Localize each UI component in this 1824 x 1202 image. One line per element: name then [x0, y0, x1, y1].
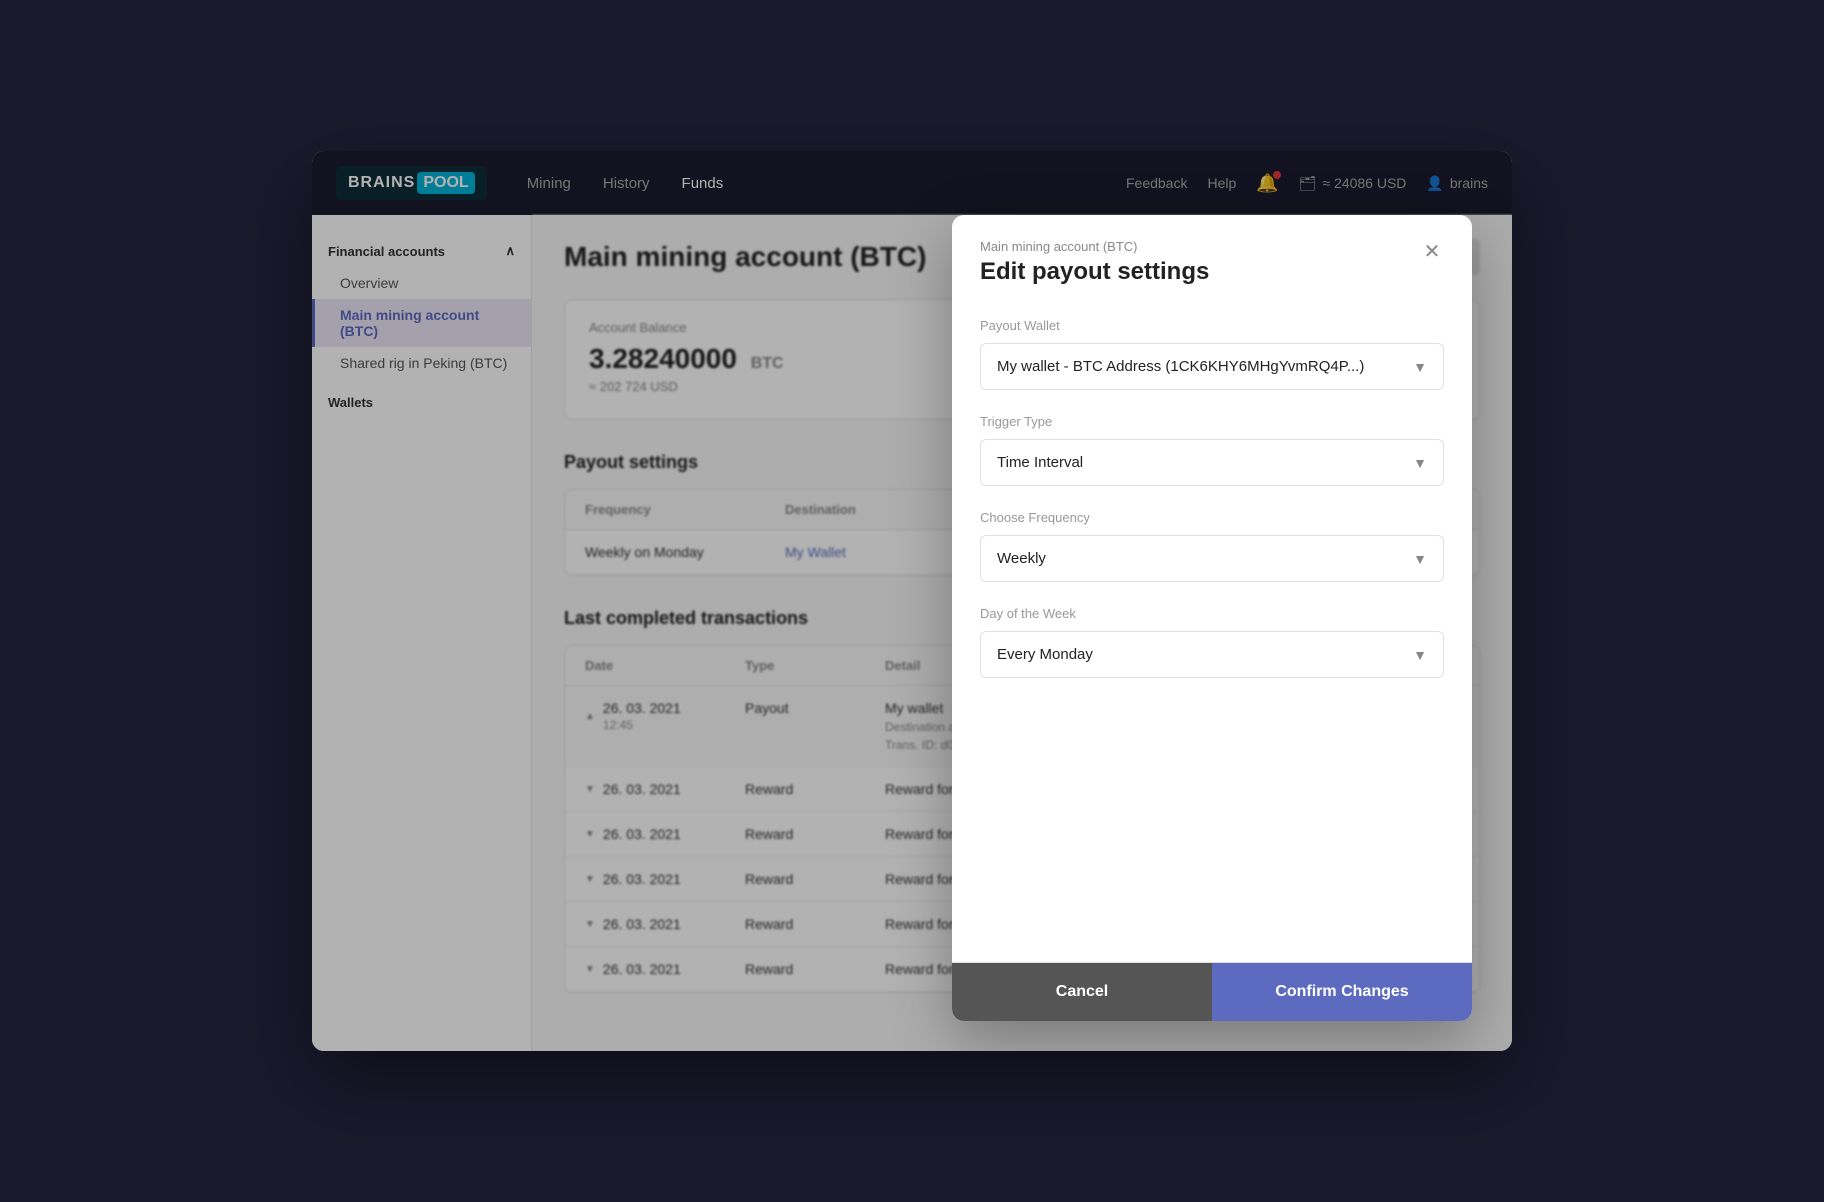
day-of-week-field: Day of the Week Every Monday ▼ [980, 606, 1444, 678]
cancel-button[interactable]: Cancel [952, 963, 1212, 1021]
modal-title: Edit payout settings [980, 258, 1444, 286]
chevron-down-icon: ▼ [1413, 647, 1427, 663]
modal-header: Main mining account (BTC) Edit payout se… [952, 215, 1472, 302]
payout-wallet-value: My wallet - BTC Address (1CK6KHY6MHgYvmR… [997, 358, 1364, 375]
trigger-type-label: Trigger Type [980, 414, 1444, 429]
day-of-week-value: Every Monday [997, 646, 1093, 663]
day-of-week-select[interactable]: Every Monday ▼ [980, 631, 1444, 678]
payout-wallet-field: Payout Wallet My wallet - BTC Address (1… [980, 318, 1444, 390]
trigger-type-field: Trigger Type Time Interval ▼ [980, 414, 1444, 486]
day-of-week-label: Day of the Week [980, 606, 1444, 621]
chevron-down-icon: ▼ [1413, 551, 1427, 567]
payout-wallet-label: Payout Wallet [980, 318, 1444, 333]
frequency-select[interactable]: Weekly ▼ [980, 535, 1444, 582]
trigger-type-select[interactable]: Time Interval ▼ [980, 439, 1444, 486]
chevron-down-icon: ▼ [1413, 359, 1427, 375]
frequency-label: Choose Frequency [980, 510, 1444, 525]
modal-footer: Cancel Confirm Changes [952, 962, 1472, 1021]
frequency-field: Choose Frequency Weekly ▼ [980, 510, 1444, 582]
modal-overlay[interactable]: Main mining account (BTC) Edit payout se… [312, 151, 1512, 1051]
close-button[interactable]: ✕ [1416, 235, 1448, 267]
confirm-changes-button[interactable]: Confirm Changes [1212, 963, 1472, 1021]
trigger-type-value: Time Interval [997, 454, 1083, 471]
edit-payout-modal: Main mining account (BTC) Edit payout se… [952, 215, 1472, 1021]
modal-subtitle: Main mining account (BTC) [980, 239, 1444, 254]
modal-body: Payout Wallet My wallet - BTC Address (1… [952, 302, 1472, 962]
frequency-value: Weekly [997, 550, 1046, 567]
payout-wallet-select[interactable]: My wallet - BTC Address (1CK6KHY6MHgYvmR… [980, 343, 1444, 390]
chevron-down-icon: ▼ [1413, 455, 1427, 471]
